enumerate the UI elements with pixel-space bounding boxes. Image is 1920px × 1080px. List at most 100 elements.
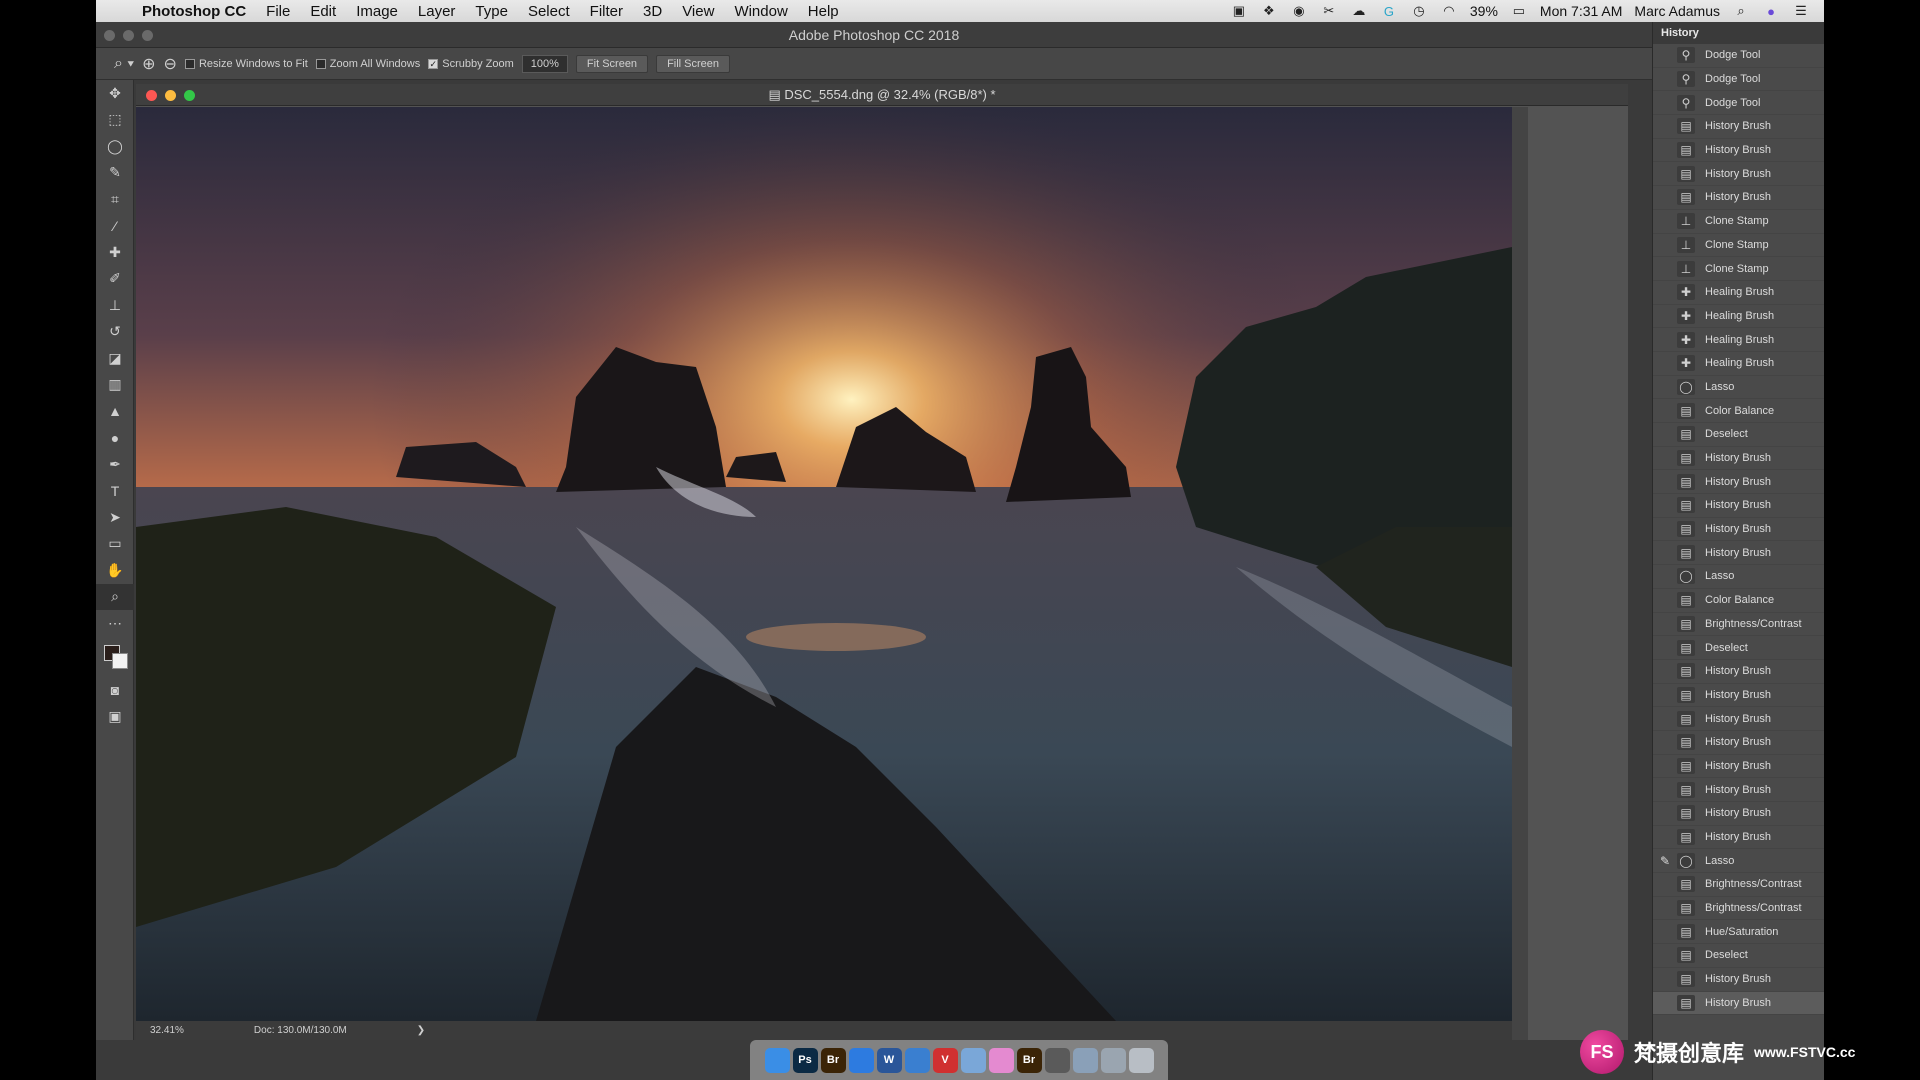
history-source-slot[interactable]: [1653, 210, 1677, 233]
eyedropper-tool-icon[interactable]: ⁄: [96, 213, 134, 240]
user-name[interactable]: Marc Adamus: [1634, 3, 1720, 19]
menu-layer[interactable]: Layer: [408, 3, 466, 20]
mail-icon[interactable]: [960, 1047, 986, 1073]
history-source-slot[interactable]: [1653, 755, 1677, 778]
lasso-tool-icon[interactable]: ◯: [96, 133, 134, 160]
menu-select[interactable]: Select: [518, 3, 580, 20]
app-v-icon[interactable]: V: [932, 1047, 958, 1073]
history-item[interactable]: ▤ Hue/Saturation: [1653, 920, 1824, 945]
wifi-icon[interactable]: ◠: [1440, 3, 1458, 18]
quick-mask-icon[interactable]: ◙: [96, 677, 134, 704]
history-item[interactable]: ▤ History Brush: [1653, 755, 1824, 779]
history-source-slot[interactable]: [1653, 91, 1677, 114]
menu-file[interactable]: File: [256, 3, 300, 20]
vertical-scrollbar[interactable]: [1512, 107, 1528, 1040]
history-item[interactable]: ◯ Lasso: [1653, 565, 1824, 589]
history-source-slot[interactable]: [1653, 518, 1677, 541]
history-source-slot[interactable]: [1653, 897, 1677, 920]
background-color-swatch[interactable]: [112, 652, 128, 669]
history-item[interactable]: ✎ ◯ Lasso: [1653, 849, 1824, 874]
history-item[interactable]: ⊥ Clone Stamp: [1653, 234, 1824, 258]
zoom-all-windows-box[interactable]: [315, 58, 326, 69]
clone-stamp-tool-icon[interactable]: ⊥: [96, 292, 134, 319]
history-item[interactable]: ▤ Color Balance: [1653, 589, 1824, 613]
history-item[interactable]: ✚ Healing Brush: [1653, 305, 1824, 329]
zoom-out-icon[interactable]: ⊖: [164, 54, 177, 74]
photos-icon[interactable]: [988, 1047, 1014, 1073]
history-source-slot[interactable]: [1653, 565, 1677, 588]
history-source-slot[interactable]: [1653, 423, 1677, 446]
history-item[interactable]: ✚ Healing Brush: [1653, 352, 1824, 376]
minimize-window-icon[interactable]: [123, 30, 134, 41]
history-source-slot[interactable]: [1653, 470, 1677, 493]
history-source-slot[interactable]: [1653, 399, 1677, 422]
history-source-slot[interactable]: [1653, 636, 1677, 659]
zoom-tool-preset-icon[interactable]: ⌕ ▾: [114, 55, 134, 73]
history-source-slot[interactable]: [1653, 660, 1677, 683]
more-tools-icon[interactable]: ⋯: [96, 610, 134, 637]
history-source-slot[interactable]: [1653, 494, 1677, 517]
history-item[interactable]: ▤ Brightness/Contrast: [1653, 897, 1824, 921]
shape-tool-icon[interactable]: ▭: [96, 531, 134, 558]
history-source-slot[interactable]: [1653, 281, 1677, 304]
zoom-level[interactable]: 32.41%: [150, 1025, 184, 1036]
zoom-tool-icon[interactable]: ⌕: [96, 583, 134, 610]
healing-brush-tool-icon[interactable]: ✚: [96, 239, 134, 266]
move-tool-icon[interactable]: ✥: [96, 80, 134, 107]
history-item[interactable]: ◯ Lasso: [1653, 376, 1824, 400]
history-item[interactable]: ▤ History Brush: [1653, 684, 1824, 708]
history-item[interactable]: ✚ Healing Brush: [1653, 328, 1824, 352]
history-source-slot[interactable]: [1653, 68, 1677, 91]
chrome-icon[interactable]: [904, 1047, 930, 1073]
history-source-slot[interactable]: [1653, 778, 1677, 801]
history-source-slot[interactable]: [1653, 707, 1677, 730]
resize-windows-box[interactable]: [184, 58, 195, 69]
menu-help[interactable]: Help: [798, 3, 849, 20]
history-item[interactable]: ▤ History Brush: [1653, 115, 1824, 139]
path-select-tool-icon[interactable]: ➤: [96, 504, 134, 531]
time-machine-icon[interactable]: ◷: [1410, 3, 1428, 18]
history-item[interactable]: ▤ History Brush: [1653, 541, 1824, 566]
scrubby-zoom-box[interactable]: ✓: [428, 58, 439, 69]
history-source-slot[interactable]: [1653, 376, 1677, 399]
status-menu-arrow-icon[interactable]: ❯: [417, 1025, 425, 1036]
history-source-slot[interactable]: [1653, 944, 1677, 967]
history-item[interactable]: ▤ Deselect: [1653, 944, 1824, 968]
dropbox-icon[interactable]: ❖: [1260, 3, 1278, 18]
bridge-icon[interactable]: Br: [820, 1047, 846, 1073]
clock[interactable]: Mon 7:31 AM: [1540, 3, 1623, 19]
history-item[interactable]: ▤ Deselect: [1653, 636, 1824, 660]
history-item[interactable]: ⊥ Clone Stamp: [1653, 210, 1824, 234]
zoom-all-windows-checkbox[interactable]: Zoom All Windows: [315, 58, 420, 70]
notification-center-icon[interactable]: ☰: [1792, 3, 1810, 18]
history-source-slot[interactable]: [1653, 305, 1677, 328]
pen-tool-icon[interactable]: ✒: [96, 451, 134, 478]
zoom-window-icon[interactable]: [142, 30, 153, 41]
history-item[interactable]: ▤ History Brush: [1653, 447, 1824, 471]
zoom-document-icon[interactable]: [184, 90, 195, 101]
history-item[interactable]: ▤ Brightness/Contrast: [1653, 873, 1824, 897]
hand-tool-icon[interactable]: ✋: [96, 557, 134, 584]
sharpen-tool-icon[interactable]: ▲: [96, 398, 134, 425]
siri-icon[interactable]: ●: [1762, 4, 1780, 19]
history-source-slot[interactable]: [1653, 257, 1677, 280]
menu-app-name[interactable]: Photoshop CC: [132, 3, 256, 20]
history-panel-tab[interactable]: History: [1653, 22, 1824, 44]
fill-screen-button[interactable]: Fill Screen: [656, 54, 731, 73]
history-source-slot[interactable]: [1653, 684, 1677, 707]
history-source-slot[interactable]: [1653, 44, 1677, 67]
battery-icon[interactable]: ▭: [1510, 3, 1528, 18]
window-icon[interactable]: [1100, 1047, 1126, 1073]
screen-mode-icon[interactable]: ▣: [96, 703, 134, 730]
history-item[interactable]: ▤ History Brush: [1653, 707, 1824, 731]
history-source-slot[interactable]: [1653, 968, 1677, 991]
menu-view[interactable]: View: [672, 3, 724, 20]
quick-select-tool-icon[interactable]: ✎: [96, 160, 134, 187]
history-item[interactable]: ▤ History Brush: [1653, 968, 1824, 992]
history-item[interactable]: ▤ History Brush: [1653, 186, 1824, 210]
history-item[interactable]: ⊥ Clone Stamp: [1653, 257, 1824, 281]
history-source-slot[interactable]: [1653, 139, 1677, 162]
creative-cloud-icon[interactable]: ◉: [1290, 3, 1308, 18]
history-item[interactable]: ▤ Brightness/Contrast: [1653, 613, 1824, 637]
history-item[interactable]: ▤ History Brush: [1653, 518, 1824, 542]
